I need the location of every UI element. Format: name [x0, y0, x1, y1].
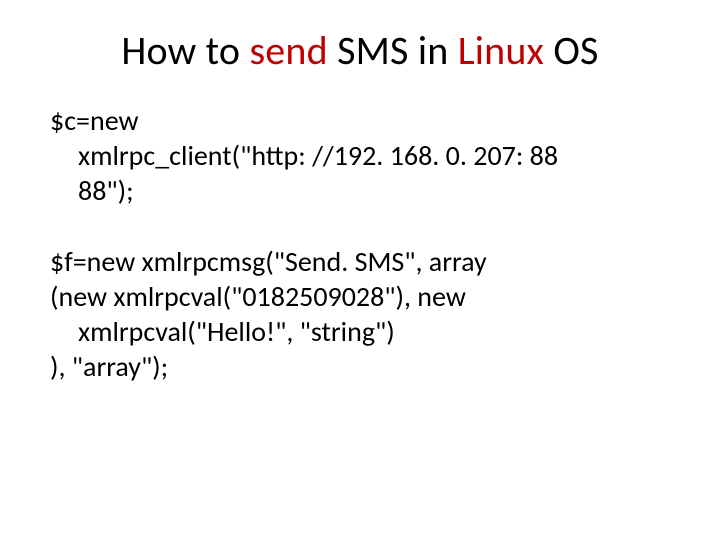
code-line: $f=new xmlrpcmsg("Send. SMS", array: [50, 244, 670, 279]
code-line: 88");: [50, 173, 670, 208]
code-line: $c=new: [50, 103, 670, 138]
title-part-2-red: send: [249, 26, 327, 75]
slide-title: How to send SMS in Linux OS: [50, 26, 670, 75]
code-line: xmlrpc_client("http: //192. 168. 0. 207:…: [50, 138, 670, 173]
code-block-2: $f=new xmlrpcmsg("Send. SMS", array (new…: [50, 244, 670, 384]
slide: How to send SMS in Linux OS $c=new xmlrp…: [0, 0, 720, 540]
code-line: ), "array");: [50, 349, 670, 384]
code-line: xmlrpcval("Hello!", "string"): [50, 314, 670, 349]
title-part-4-red: Linux: [458, 26, 544, 75]
code-line: (new xmlrpcval("0182509028"), new: [50, 279, 670, 314]
code-block-1: $c=new xmlrpc_client("http: //192. 168. …: [50, 103, 670, 208]
title-part-5: OS: [544, 26, 599, 75]
title-part-1: How to: [121, 26, 249, 75]
title-part-3: SMS in: [328, 26, 458, 75]
